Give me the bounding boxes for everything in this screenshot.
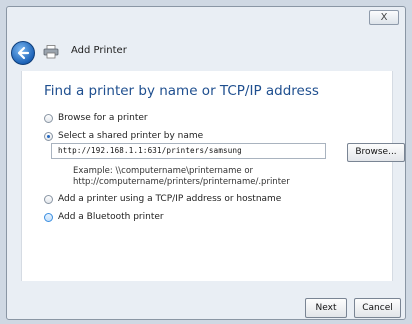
example-text: Example: \\computername\printername or h… [73,166,290,188]
option-bluetooth[interactable]: Add a Bluetooth printer [44,212,164,222]
wizard-title: Add Printer [71,45,127,56]
wizard-footer: Next Cancel [7,281,405,319]
option-shared-printer-label: Select a shared printer by name [58,131,204,141]
option-bluetooth-label: Add a Bluetooth printer [58,212,164,222]
cancel-button[interactable]: Cancel [354,298,401,318]
wizard-header: Add Printer [7,35,405,71]
back-button[interactable] [11,41,35,65]
close-button[interactable]: X [369,10,399,25]
example-line-2: http://computername/printers/printername… [73,177,290,187]
option-tcpip[interactable]: Add a printer using a TCP/IP address or … [44,194,281,204]
printer-icon [43,45,59,59]
option-shared-printer[interactable]: Select a shared printer by name [44,131,203,141]
radio-browse[interactable] [44,113,53,123]
next-button[interactable]: Next [305,298,347,318]
shared-printer-input[interactable]: http://192.168.1.1:631/printers/samsung [51,143,326,159]
close-icon: X [380,12,388,23]
radio-bluetooth[interactable] [44,212,53,222]
option-browse[interactable]: Browse for a printer [44,113,148,123]
radio-tcpip[interactable] [44,194,53,204]
option-tcpip-label: Add a printer using a TCP/IP address or … [58,194,282,204]
title-bar: X [7,7,405,35]
add-printer-window: X Add Printer Find a printer by name or … [6,6,406,320]
example-line-1: Example: \\computername\printername or [73,166,254,176]
browse-button[interactable]: Browse... [347,143,405,162]
back-arrow-icon [17,46,30,60]
option-browse-label: Browse for a printer [58,113,148,123]
radio-shared-printer[interactable] [44,131,53,141]
page-heading: Find a printer by name or TCP/IP address [44,83,319,99]
